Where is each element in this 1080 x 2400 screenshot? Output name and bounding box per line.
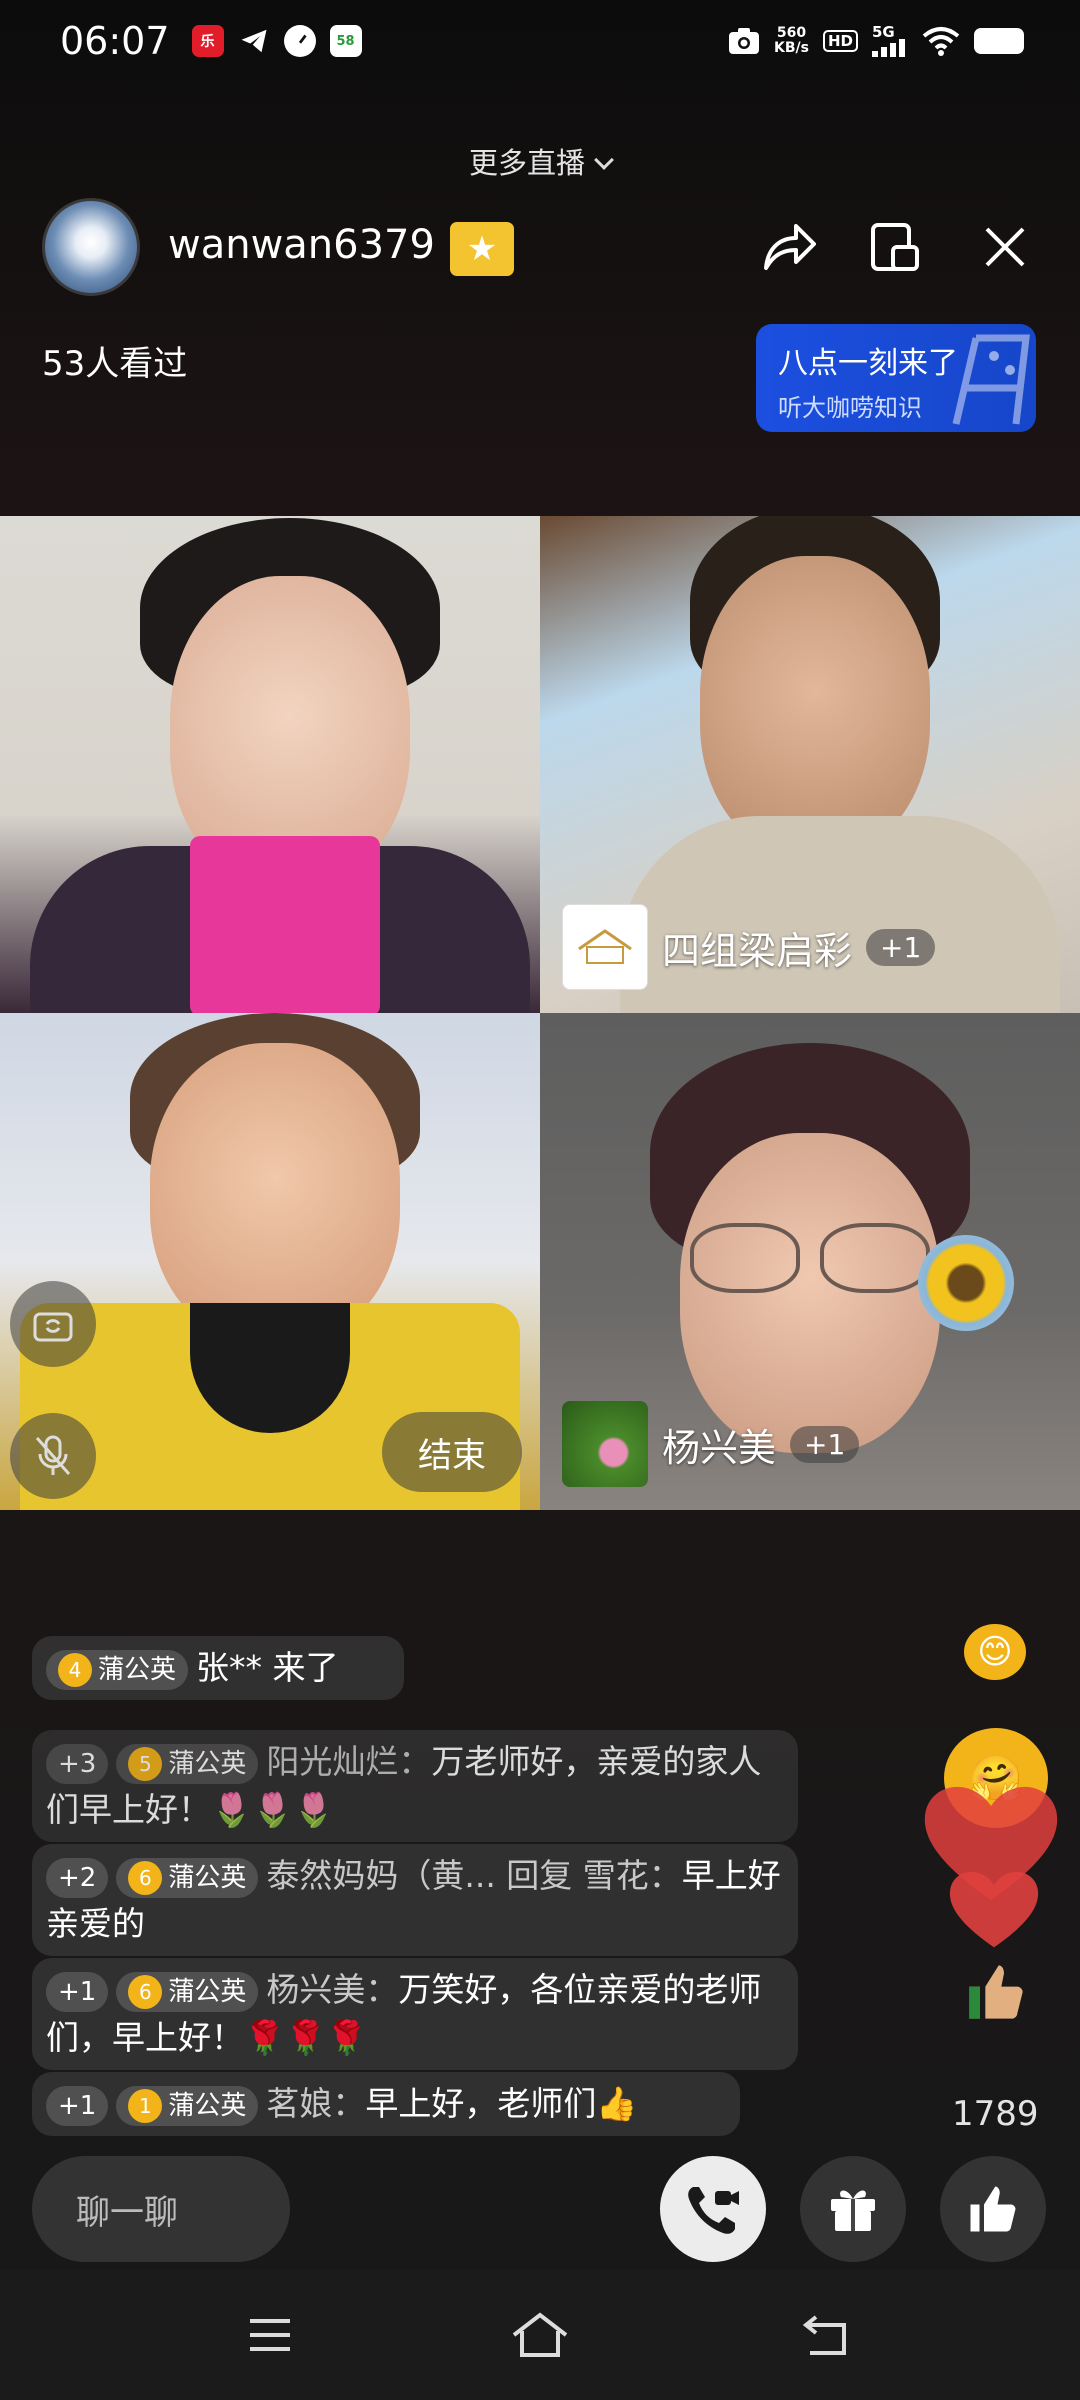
scarf	[190, 836, 380, 1013]
plus-badge: +1	[790, 1425, 860, 1463]
sunflower-sticker	[918, 1235, 1014, 1331]
camera-flip-icon[interactable]	[10, 1281, 96, 1367]
glasses-right	[820, 1223, 930, 1293]
face	[150, 1043, 400, 1343]
heart-icon	[949, 1871, 1039, 1948]
chat-input[interactable]: 聊一聊	[32, 2156, 290, 2262]
gift-icon	[831, 2190, 875, 2231]
system-nav-bar	[0, 2270, 1080, 2400]
chat-message: +3 5 蒲公英 阳光灿烂：万老师好，亲爱的家人们早上好！🌷🌷🌷	[32, 1730, 798, 1842]
video-tile-self[interactable]: 结束	[0, 1013, 540, 1510]
chevron-down-icon	[594, 150, 614, 170]
viewer-count: 53人看过	[42, 344, 188, 384]
pip-icon[interactable]	[860, 212, 930, 282]
tile-label: 四组梁启彩 +1	[562, 904, 936, 990]
signal-5g-icon: 5G	[872, 25, 908, 57]
thumbs-up-reaction-icon	[969, 1965, 1023, 2019]
share-icon[interactable]	[754, 212, 824, 282]
host-star-badge-icon: ★	[450, 222, 514, 276]
guest-name: 四组梁启彩	[662, 928, 853, 973]
status-right: 560 KB/s HD 5G	[728, 25, 1024, 57]
plus-badge: +1	[46, 1971, 109, 2012]
speed-meter-icon	[283, 25, 316, 57]
mic-off-icon[interactable]	[10, 1413, 96, 1499]
chat-message: +1 1 蒲公英 茗娘：早上好，老师们👍	[32, 2072, 740, 2136]
close-icon[interactable]	[970, 212, 1040, 282]
like-count: 1789	[952, 2094, 1039, 2134]
host-name[interactable]: wanwan6379	[168, 222, 435, 268]
plus-badge: +3	[46, 1743, 109, 1784]
live-stream-screen: 06:07 乐 58 560 KB/s HD 5G 更多直播 wanwan637…	[0, 0, 1080, 2400]
like-button[interactable]	[940, 2156, 1046, 2262]
guest-name: 杨兴美	[662, 1425, 777, 1470]
hd-badge: HD	[822, 30, 858, 52]
plus-badge: +1	[46, 2085, 109, 2126]
host-avatar[interactable]	[42, 198, 140, 296]
wifi-icon	[922, 27, 960, 56]
guest-avatar[interactable]	[562, 904, 648, 990]
menu-icon[interactable]	[240, 2310, 300, 2360]
promo-chair-icon	[952, 334, 1030, 425]
promo-banner[interactable]: 八点一刻来了 听大咖唠知识	[756, 324, 1036, 432]
network-speed: 560 KB/s	[774, 25, 809, 56]
gift-button[interactable]	[800, 2156, 906, 2262]
app-notification-icon: 乐	[191, 25, 224, 57]
status-time: 06:07	[60, 19, 170, 63]
tile-label: 杨兴美 +1	[562, 1401, 860, 1487]
chat-join-message: 4 蒲公英 张** 来了	[32, 1636, 404, 1700]
battery-icon	[974, 28, 1024, 54]
fan-badge: 4 蒲公英	[46, 1649, 189, 1690]
video-tile-host[interactable]	[0, 516, 540, 1013]
fan-badge: 6 蒲公英	[116, 1857, 259, 1898]
status-bar: 06:07 乐 58 560 KB/s HD 5G	[0, 0, 1080, 82]
video-tile-guest-2[interactable]: 杨兴美 +1	[540, 1013, 1080, 1510]
fan-badge: 1 蒲公英	[116, 2085, 259, 2126]
end-call-button[interactable]: 结束	[382, 1412, 522, 1492]
screenshot-camera-icon	[729, 28, 760, 54]
emoji-reaction-icon: 😊	[964, 1624, 1026, 1680]
video-call-button[interactable]	[660, 2156, 766, 2262]
plus-badge: +1	[866, 928, 936, 966]
fan-badge: 5 蒲公英	[116, 1743, 259, 1784]
58-app-icon: 58	[329, 25, 362, 57]
back-icon[interactable]	[796, 2310, 856, 2360]
chat-message: +1 6 蒲公英 杨兴美：万笑好，各位亲爱的老师们，早上好！🌹🌹🌹	[32, 1958, 798, 2070]
telegram-icon	[238, 25, 270, 57]
video-tile-guest-1[interactable]: 四组梁启彩 +1	[540, 516, 1080, 1013]
video-grid: 四组梁启彩 +1 结束 杨兴美 +1	[0, 516, 1080, 1510]
thumbs-up-icon	[970, 2186, 1016, 2232]
chat-message: +2 6 蒲公英 泰然妈妈（黄... 回复 雪花：早上好亲爱的	[32, 1844, 798, 1956]
glasses-left	[690, 1223, 800, 1293]
face	[700, 556, 930, 856]
video-call-icon	[688, 2187, 739, 2234]
fan-badge: 6 蒲公英	[116, 1971, 259, 2012]
plus-badge: +2	[46, 1857, 109, 1898]
home-icon[interactable]	[510, 2310, 570, 2360]
more-live-button[interactable]: 更多直播	[0, 140, 1080, 182]
guest-avatar[interactable]	[562, 1401, 648, 1487]
